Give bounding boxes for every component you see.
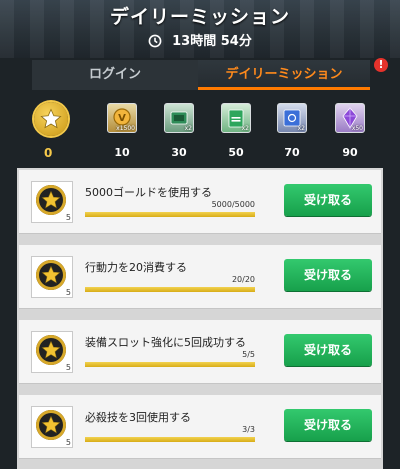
- milestone-reward-gold-icon[interactable]: V x1500: [107, 103, 137, 133]
- mission-progress-bar: [85, 212, 255, 217]
- timer-text: 13時間 54分: [172, 34, 252, 49]
- countdown-timer: 13時間 54分: [0, 30, 400, 49]
- milestone-value: 50: [228, 146, 244, 159]
- mission-reward-box: 5: [31, 256, 73, 298]
- clock-icon: [148, 34, 162, 48]
- mission-points-star-icon: [34, 102, 68, 136]
- star-medal-icon: [36, 335, 66, 365]
- svg-text:V: V: [118, 113, 126, 124]
- milestone-reward-count: x50: [351, 125, 363, 132]
- claim-button[interactable]: 受け取る: [284, 334, 372, 366]
- milestone-value: 90: [342, 146, 358, 159]
- tab-bar: ログイン デイリーミッション: [32, 60, 370, 90]
- mission-progress-fill: [85, 362, 255, 367]
- milestone-reward-ticket-icon[interactable]: x2: [221, 103, 251, 133]
- mission-reward-box: 5: [31, 331, 73, 373]
- mission-reward-count: 5: [65, 213, 71, 222]
- milestone-value: 10: [114, 146, 130, 159]
- star-medal-icon: [36, 410, 66, 440]
- claim-button[interactable]: 受け取る: [284, 259, 372, 291]
- mission-progress-text: 5/5: [242, 350, 255, 359]
- claim-button[interactable]: 受け取る: [284, 409, 372, 441]
- mission-title: 装備スロット強化に5回成功する: [85, 336, 246, 349]
- mission-row: 5 装備スロット強化に5回成功する 5/5 受け取る: [19, 320, 381, 384]
- mission-reward-count: 5: [65, 438, 71, 447]
- star-medal-icon: [36, 260, 66, 290]
- tab-daily-mission[interactable]: デイリーミッション: [198, 60, 370, 90]
- mission-title: 行動力を20消費する: [85, 261, 187, 274]
- mission-title: 必殺技を3回使用する: [85, 411, 191, 424]
- mission-progress-fill: [85, 287, 255, 292]
- mission-reward-count: 5: [65, 363, 71, 372]
- milestone-reward-chest-icon[interactable]: x2: [164, 103, 194, 133]
- mission-reward-box: 5: [31, 181, 73, 223]
- mission-progress-bar: [85, 287, 255, 292]
- milestone-reward-count: x1500: [116, 125, 135, 132]
- mission-row: 5 行動力を20消費する 20/20 受け取る: [19, 245, 381, 309]
- alert-badge: !: [374, 58, 388, 72]
- milestone-reward-crystal-icon[interactable]: x50: [335, 103, 365, 133]
- tab-login[interactable]: ログイン: [32, 60, 198, 90]
- mission-progress-text: 5000/5000: [211, 200, 255, 209]
- claim-button[interactable]: 受け取る: [284, 184, 372, 216]
- milestone-reward-safe-icon[interactable]: x2: [277, 103, 307, 133]
- current-points: 0: [44, 146, 53, 160]
- mission-progress-fill: [85, 212, 255, 217]
- mission-progress-text: 20/20: [231, 275, 255, 284]
- mission-progress-text: 3/3: [242, 425, 255, 434]
- mission-row: 5 必殺技を3回使用する 3/3 受け取る: [19, 395, 381, 459]
- milestone-reward-count: x2: [297, 125, 305, 132]
- milestone-value: 30: [171, 146, 187, 159]
- star-medal-icon: [36, 185, 66, 215]
- mission-reward-box: 5: [31, 406, 73, 448]
- mission-progress-fill: [85, 437, 255, 442]
- page-title: デイリーミッション: [109, 6, 290, 28]
- milestone-reward-count: x2: [184, 125, 192, 132]
- mission-reward-count: 5: [65, 288, 71, 297]
- mission-progress-bar: [85, 437, 255, 442]
- milestone-value: 70: [284, 146, 300, 159]
- mission-row: 5 5000ゴールドを使用する 5000/5000 受け取る: [19, 170, 381, 234]
- mission-progress-bar: [85, 362, 255, 367]
- milestone-reward-count: x2: [241, 125, 249, 132]
- mission-title: 5000ゴールドを使用する: [85, 186, 212, 199]
- header: デイリーミッション 13時間 54分: [0, 0, 400, 58]
